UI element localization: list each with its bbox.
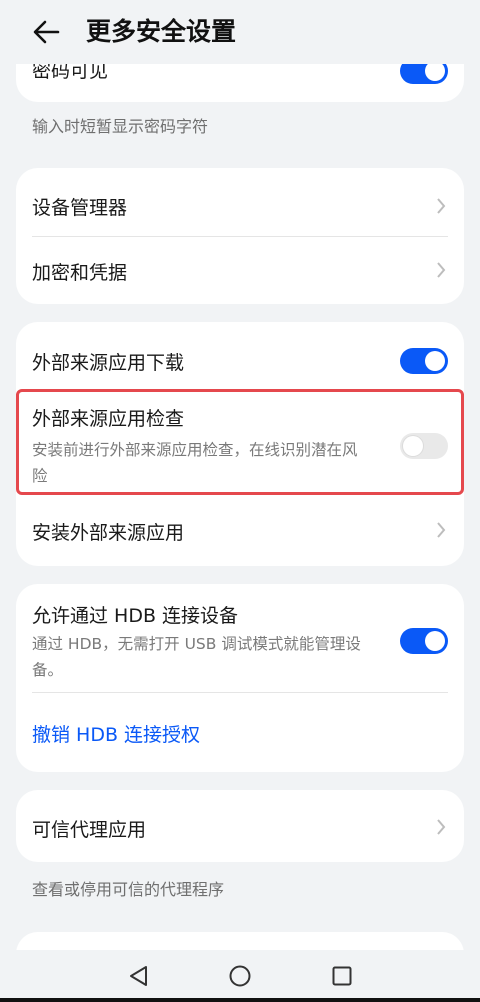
device-manager-label: 设备管理器 — [32, 197, 128, 219]
chevron-right-icon — [437, 198, 446, 214]
encryption-credentials-label: 加密和凭据 — [32, 262, 128, 284]
external-check-toggle[interactable] — [400, 433, 448, 459]
external-check-row[interactable]: 外部来源应用检查 安装前进行外部来源应用检查，在线识别潜在风险 — [16, 394, 464, 494]
arrow-left-icon[interactable] — [30, 14, 66, 50]
settings-scroll-area[interactable]: 密码可见 输入时短暂显示密码字符 设备管理器 加密和凭据 外部来源应用下载 外部… — [0, 0, 480, 950]
screen-bottom-edge — [0, 998, 480, 1002]
external-download-toggle[interactable] — [400, 348, 448, 374]
circle-home-icon[interactable] — [225, 961, 255, 991]
system-navigation-bar — [0, 950, 480, 1002]
external-check-description: 安装前进行外部来源应用检查，在线识别潜在风险 — [32, 441, 358, 485]
hdb-allow-description: 通过 HDB，无需打开 USB 调试模式就能管理设备。 — [32, 635, 361, 679]
encryption-credentials-row[interactable]: 加密和凭据 — [16, 236, 464, 304]
hdb-allow-toggle[interactable] — [400, 628, 448, 654]
device-card: 设备管理器 加密和凭据 — [16, 168, 464, 304]
trusted-agents-hint: 查看或停用可信的代理程序 — [32, 880, 225, 899]
external-source-card: 外部来源应用下载 外部来源应用检查 安装前进行外部来源应用检查，在线识别潜在风险… — [16, 322, 464, 566]
install-external-row[interactable]: 安装外部来源应用 — [16, 498, 464, 566]
revoke-hdb-link[interactable]: 撤销 HDB 连接授权 — [32, 720, 200, 747]
device-manager-row[interactable]: 设备管理器 — [16, 168, 464, 236]
chevron-right-icon — [437, 522, 446, 538]
external-download-row[interactable]: 外部来源应用下载 — [16, 322, 464, 394]
page-title: 更多安全设置 — [86, 17, 237, 46]
page-header: 更多安全设置 — [0, 0, 480, 64]
trusted-agents-label: 可信代理应用 — [32, 819, 147, 841]
square-recent-icon[interactable] — [327, 961, 357, 991]
chevron-right-icon — [437, 819, 446, 835]
hdb-allow-label: 允许通过 HDB 连接设备 — [32, 605, 239, 627]
trusted-agents-card[interactable]: 可信代理应用 — [16, 790, 464, 862]
external-download-label: 外部来源应用下载 — [32, 352, 185, 374]
next-card-partial — [16, 932, 464, 950]
install-external-label: 安装外部来源应用 — [32, 522, 185, 544]
external-check-label: 外部来源应用检查 — [32, 408, 185, 430]
hdb-allow-row[interactable]: 允许通过 HDB 连接设备 通过 HDB，无需打开 USB 调试模式就能管理设备… — [16, 584, 464, 692]
triangle-back-icon[interactable] — [124, 961, 154, 991]
divider — [32, 692, 448, 693]
password-visible-hint: 输入时短暂显示密码字符 — [32, 117, 209, 136]
hdb-card: 允许通过 HDB 连接设备 通过 HDB，无需打开 USB 调试模式就能管理设备… — [16, 584, 464, 772]
chevron-right-icon — [437, 262, 446, 278]
